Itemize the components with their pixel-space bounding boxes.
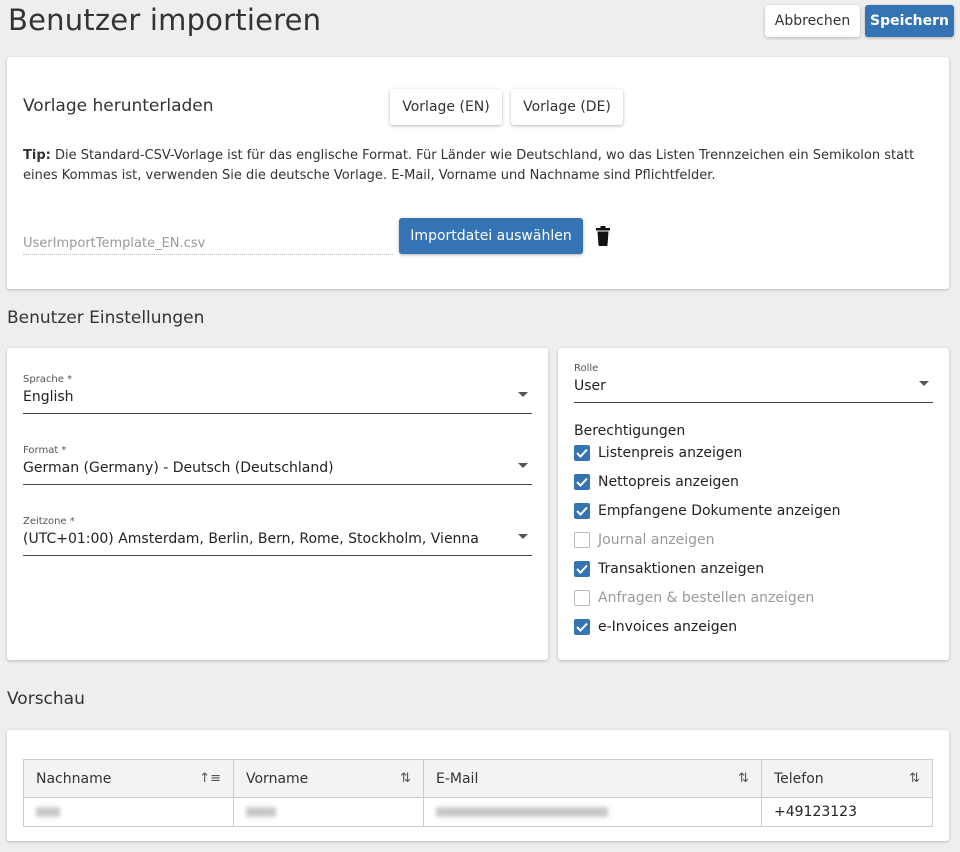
timezone-label: Zeitzone *: [23, 516, 75, 527]
save-button[interactable]: Speichern: [865, 5, 954, 37]
sort-icon[interactable]: ⇅: [738, 771, 749, 786]
column-header-vorname[interactable]: Vorname ⇅: [233, 759, 424, 798]
permission-label: Listenpreis anzeigen: [598, 445, 743, 461]
redacted-text: [246, 807, 276, 817]
tip-text: Tip: Die Standard-CSV-Vorlage ist für da…: [23, 146, 933, 186]
permission-label: e-Invoices anzeigen: [598, 619, 738, 635]
redacted-text: [36, 807, 60, 817]
trash-icon[interactable]: [595, 226, 611, 246]
permission-checkbox[interactable]: Empfangene Dokumente anzeigen: [574, 501, 840, 521]
checkbox-checked-icon[interactable]: [574, 561, 590, 577]
column-header-nachname[interactable]: Nachname ↑≡: [23, 759, 234, 798]
language-label: Sprache *: [23, 374, 73, 385]
permission-label: Anfragen & bestellen anzeigen: [598, 590, 815, 606]
role-select[interactable]: Rolle User: [574, 363, 933, 403]
checkbox-checked-icon[interactable]: [574, 619, 590, 635]
template-de-button[interactable]: Vorlage (DE): [511, 89, 623, 125]
column-label: Telefon: [774, 770, 824, 787]
permission-checkbox[interactable]: Anfragen & bestellen anzeigen: [574, 588, 814, 608]
cell-telefon: +49123123: [761, 797, 933, 827]
column-label: Nachname: [36, 770, 112, 787]
checkbox-unchecked-icon[interactable]: [574, 590, 590, 606]
settings-heading: Benutzer Einstellungen: [7, 308, 205, 328]
chevron-down-icon: [919, 381, 929, 386]
cell-email: [423, 797, 762, 827]
role-card: Rolle User Berechtigungen Listenpreis an…: [558, 348, 949, 660]
preview-table: Nachname ↑≡ Vorname ⇅ E-Mail ⇅ Telefon ⇅ +49…: [23, 759, 933, 827]
checkbox-checked-icon[interactable]: [574, 474, 590, 490]
permission-label: Transaktionen anzeigen: [598, 561, 765, 577]
sort-icon[interactable]: ⇅: [909, 771, 920, 786]
role-value: User: [574, 378, 606, 394]
template-en-button[interactable]: Vorlage (EN): [390, 89, 502, 125]
permission-checkbox[interactable]: Nettopreis anzeigen: [574, 472, 739, 492]
checkbox-unchecked-icon[interactable]: [574, 532, 590, 548]
cell-vorname: [233, 797, 424, 827]
column-label: E-Mail: [436, 770, 479, 787]
permission-label: Empfangene Dokumente anzeigen: [598, 503, 841, 519]
chevron-down-icon: [518, 392, 528, 397]
template-card: Vorlage herunterladen Vorlage (EN) Vorla…: [7, 57, 949, 289]
redacted-text: [436, 807, 608, 817]
cell-nachname: [23, 797, 234, 827]
import-file-field[interactable]: [23, 229, 393, 255]
sort-ascending-icon[interactable]: ↑≡: [199, 771, 221, 786]
chevron-down-icon: [518, 534, 528, 539]
permission-label: Journal anzeigen: [598, 532, 715, 548]
permission-checkbox[interactable]: Listenpreis anzeigen: [574, 443, 742, 463]
permission-checkbox[interactable]: Transaktionen anzeigen: [574, 559, 764, 579]
permissions-heading: Berechtigungen: [574, 423, 686, 439]
settings-card: Sprache * English Format * German (Germa…: [7, 348, 548, 660]
format-label: Format *: [23, 445, 67, 456]
language-select[interactable]: Sprache * English: [23, 374, 532, 414]
timezone-value: (UTC+01:00) Amsterdam, Berlin, Bern, Rom…: [23, 531, 479, 547]
checkbox-checked-icon[interactable]: [574, 503, 590, 519]
format-value: German (Germany) - Deutsch (Deutschland): [23, 460, 334, 476]
chevron-down-icon: [518, 463, 528, 468]
sort-icon[interactable]: ⇅: [400, 771, 411, 786]
timezone-select[interactable]: Zeitzone * (UTC+01:00) Amsterdam, Berlin…: [23, 516, 532, 556]
permission-checkbox[interactable]: e-Invoices anzeigen: [574, 617, 737, 637]
template-heading: Vorlage herunterladen: [23, 96, 214, 116]
column-label: Vorname: [246, 770, 309, 787]
preview-card: Nachname ↑≡ Vorname ⇅ E-Mail ⇅ Telefon ⇅ +49…: [7, 730, 949, 841]
role-label: Rolle: [574, 363, 599, 374]
column-header-telefon[interactable]: Telefon ⇅: [761, 759, 933, 798]
language-value: English: [23, 389, 74, 405]
format-select[interactable]: Format * German (Germany) - Deutsch (Deu…: [23, 445, 532, 485]
table-row: +49123123: [23, 797, 933, 827]
permission-checkbox[interactable]: Journal anzeigen: [574, 530, 715, 550]
tip-body: Die Standard-CSV-Vorlage ist für das eng…: [23, 148, 915, 183]
column-header-email[interactable]: E-Mail ⇅: [423, 759, 762, 798]
select-import-file-button[interactable]: Importdatei auswählen: [399, 218, 583, 254]
cancel-button[interactable]: Abbrechen: [765, 5, 860, 37]
permission-label: Nettopreis anzeigen: [598, 474, 739, 490]
page-title: Benutzer importieren: [8, 3, 322, 37]
checkbox-checked-icon[interactable]: [574, 445, 590, 461]
tip-label: Tip:: [23, 148, 51, 163]
preview-heading: Vorschau: [7, 689, 85, 709]
